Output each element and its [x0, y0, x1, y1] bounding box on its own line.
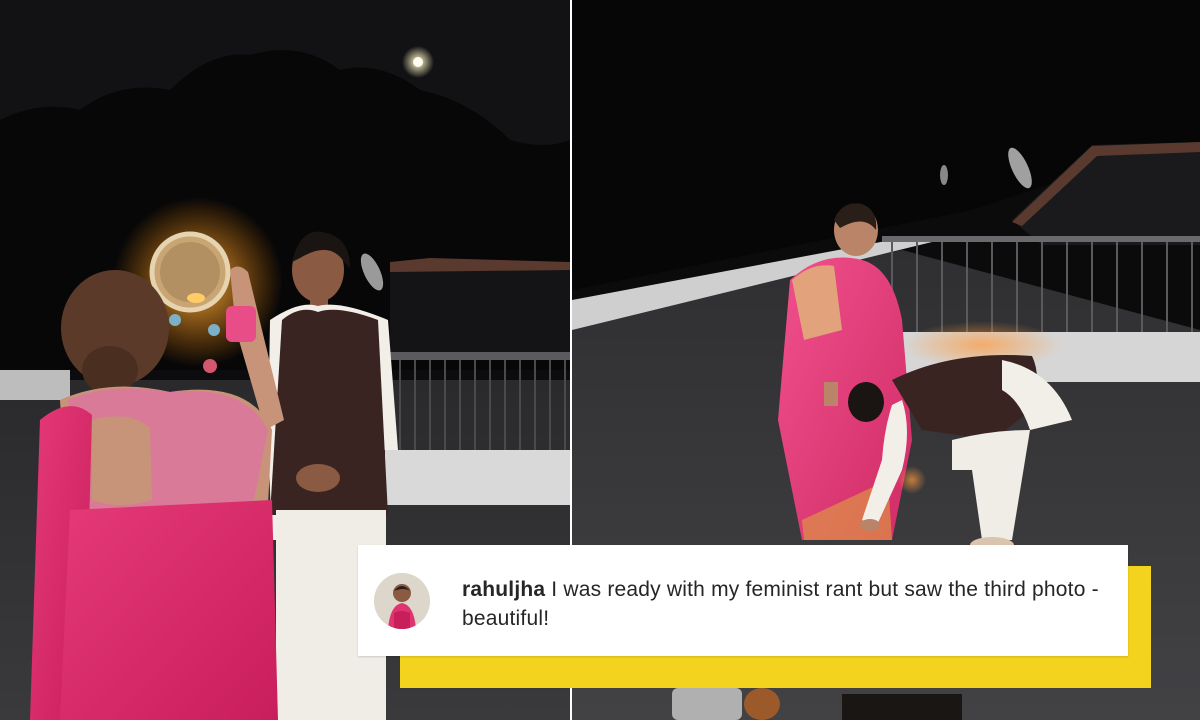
user-avatar[interactable] [374, 573, 430, 629]
comment-username[interactable]: rahuljha [462, 578, 545, 601]
comment-body: I was ready with my feminist rant but sa… [462, 578, 1099, 630]
comment-card: rahuljha I was ready with my feminist ran… [358, 545, 1128, 656]
collage: rahuljha I was ready with my feminist ran… [0, 0, 1200, 720]
comment-text: rahuljha I was ready with my feminist ran… [462, 575, 1112, 633]
